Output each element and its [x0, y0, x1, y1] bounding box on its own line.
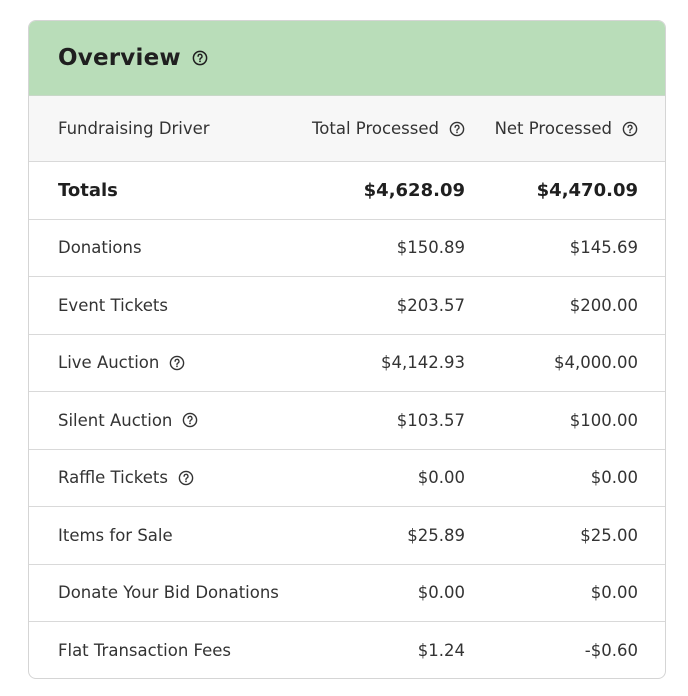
- net-processed-value: $0.00: [590, 583, 638, 603]
- net-processed-value: $4,470.09: [536, 179, 638, 201]
- table-column-header: Fundraising Driver Total Processed Net P…: [29, 96, 665, 162]
- table-row-totals: Totals $4,628.09 $4,470.09: [29, 162, 665, 220]
- total-processed-value: $4,628.09: [363, 179, 465, 201]
- row-label: Live Auction: [58, 353, 160, 373]
- total-processed-value: $1.24: [417, 641, 465, 661]
- table-row: Event Tickets $203.57 $200.00: [29, 277, 665, 335]
- table-row: Donate Your Bid Donations $0.00 $0.00: [29, 565, 665, 622]
- question-circle-icon[interactable]: [169, 355, 185, 371]
- row-label: Silent Auction: [58, 410, 173, 430]
- table-row: Raffle Tickets $0.00 $0.00: [29, 450, 665, 507]
- net-processed-value: $0.00: [590, 468, 638, 488]
- net-processed-value: $4,000.00: [554, 353, 638, 373]
- overview-card: Overview Fundraising Driver Total Proces…: [28, 20, 666, 679]
- table-row: Live Auction $4,142.93 $4,000.00: [29, 335, 665, 392]
- net-processed-value: $100.00: [569, 410, 638, 430]
- row-label: Items for Sale: [58, 525, 173, 545]
- net-processed-value: $145.69: [569, 238, 638, 258]
- question-circle-icon[interactable]: [449, 121, 465, 137]
- table-row: Items for Sale $25.89 $25.00: [29, 507, 665, 565]
- column-header-total: Total Processed: [312, 119, 465, 138]
- column-header-net: Net Processed: [465, 119, 638, 138]
- row-label: Flat Transaction Fees: [58, 641, 232, 661]
- total-processed-value: $0.00: [417, 468, 465, 488]
- total-processed-value: $25.89: [407, 525, 465, 545]
- net-processed-value: -$0.60: [584, 641, 638, 661]
- total-processed-value: $150.89: [396, 238, 465, 258]
- total-processed-value: $103.57: [396, 410, 465, 430]
- question-circle-icon[interactable]: [178, 470, 194, 486]
- row-label: Totals: [58, 179, 118, 201]
- table-row: Silent Auction $103.57 $100.00: [29, 392, 665, 450]
- row-label: Event Tickets: [58, 295, 168, 315]
- overview-header: Overview: [29, 21, 665, 96]
- net-processed-value: $25.00: [580, 525, 638, 545]
- question-circle-icon[interactable]: [192, 50, 208, 66]
- total-processed-value: $203.57: [396, 295, 465, 315]
- question-circle-icon[interactable]: [622, 121, 638, 137]
- net-processed-value: $200.00: [569, 295, 638, 315]
- row-label: Donations: [58, 238, 142, 258]
- total-processed-value: $0.00: [417, 583, 465, 603]
- table-row: Flat Transaction Fees $1.24 -$0.60: [29, 622, 665, 678]
- table-row: Donations $150.89 $145.69: [29, 220, 665, 277]
- row-label: Raffle Tickets: [58, 468, 168, 488]
- table-body: Donations $150.89 $145.69 Event Tickets $203…: [29, 220, 665, 679]
- row-label: Donate Your Bid Donations: [58, 583, 279, 603]
- question-circle-icon[interactable]: [182, 412, 198, 428]
- page-title: Overview: [58, 45, 181, 71]
- column-header-driver: Fundraising Driver: [58, 119, 210, 138]
- total-processed-value: $4,142.93: [381, 353, 465, 373]
